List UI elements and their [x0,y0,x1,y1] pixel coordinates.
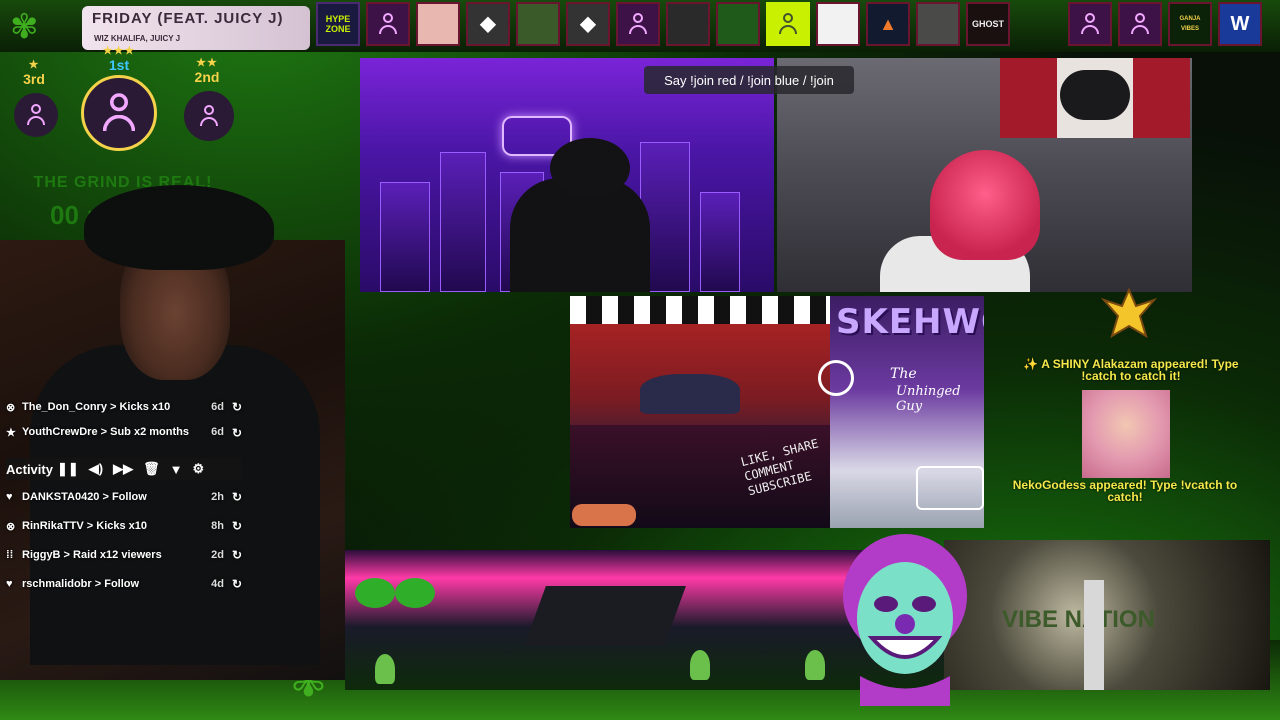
skehwo-logo: SKEHWO [836,302,984,342]
ghost-badge[interactable]: GHOST [966,2,1010,46]
replay-icon[interactable]: ↻ [224,577,242,591]
car-thumbnail [572,504,636,526]
viewer-avatar[interactable]: ◆ [566,2,610,46]
building [380,182,430,292]
viewer-avatar[interactable] [766,2,810,46]
pause-icon[interactable]: ❚❚ [57,461,79,477]
filter-icon[interactable]: ▼ [170,462,183,477]
activity-item: ♥ DANKSTA0420 > Follow 2h ↻ [6,490,242,504]
viewer-avatar[interactable] [184,91,234,141]
viewer-avatar[interactable] [81,75,157,151]
heart-icon: ♥ [6,491,13,503]
person-icon [1081,13,1099,35]
building [700,192,740,292]
comment-bubble-icon [916,466,984,510]
kick-icon: ⊗ [6,401,16,414]
watermelon-icon [395,578,435,608]
clown-mascot [820,526,990,706]
viewer-avatar[interactable] [14,93,58,137]
song-artist: WIZ KHALIFA, JUICY J [94,34,181,43]
viewer-avatar[interactable]: ▲ [866,2,910,46]
person-icon [379,13,397,35]
leaderboard-second: ★★ 2nd [184,56,234,141]
viewer-avatar[interactable] [616,2,660,46]
person-icon [779,13,797,35]
ganja-vibes-badge[interactable]: GANJA VIBES [1168,2,1212,46]
race-car [640,374,740,414]
activity-item: ⁞⁞ RiggyB > Raid x12 viewers 2d ↻ [6,548,242,562]
viewer-avatar[interactable] [716,2,760,46]
checkered-flag [570,296,830,324]
replay-icon[interactable]: ↻ [224,400,242,414]
person-icon [1131,13,1149,35]
activity-item: ⊗ The_Don_Conry > Kicks x10 6d ↻ [6,400,242,414]
skip-icon[interactable]: ▶▶ [113,461,133,477]
star-icon: ★★★ [102,45,136,57]
keyboard [524,586,686,646]
activity-toolbar: Activity ❚❚ ◀) ▶▶ 🗑 ▼ ⚙ [6,458,242,480]
building [440,152,486,292]
alien-icon [690,650,710,680]
song-title: FRIDAY (FEAT. JUICY J) [92,10,284,27]
activity-title: Activity [6,461,53,477]
viewer-avatar[interactable] [416,2,460,46]
person-icon [102,93,136,133]
guest-streamer-hood [550,138,630,198]
viewer-avatar[interactable]: ◆ [466,2,510,46]
volume-icon[interactable]: ◀) [89,461,103,477]
alakazam-sprite [1100,286,1158,344]
star-icon: ★★ [196,57,218,69]
viewer-avatar[interactable] [516,2,560,46]
replay-icon[interactable]: ↻ [224,490,242,504]
join-prompt: Say !join red / !join blue / !join [644,66,854,94]
viewer-avatar[interactable] [666,2,710,46]
person-icon [629,13,647,35]
vibe-nation-panel: VIBE NATION [944,540,1270,690]
cannabis-leaf-icon: ✾ [10,8,39,46]
viewer-avatar[interactable] [916,2,960,46]
viewer-avatar[interactable] [366,2,410,46]
activity-item: ♥ rschmalidobr > Follow 4d ↻ [6,577,242,591]
trash-icon[interactable]: 🗑 [143,461,160,477]
replay-icon[interactable]: ↻ [224,548,242,562]
watermelon-icon [355,578,395,608]
shiny-pokemon-announcement: ✨ A SHINY Alakazam appeared! Type !catch… [1023,357,1239,383]
person-icon [27,104,45,126]
rocket-icon: ▲ [879,14,897,34]
w-badge[interactable]: W [1218,2,1262,46]
hype-zone-badge[interactable]: HYPE ZONE [316,2,360,46]
leaderboard-third: ★ 3rd [14,58,58,137]
kick-icon: ⊗ [6,520,16,533]
person-icon [200,105,218,127]
replay-icon[interactable]: ↻ [224,519,242,533]
replay-icon[interactable]: ↻ [224,426,242,440]
b-logo-icon: ◆ [580,13,596,35]
viewer-avatar[interactable] [1118,2,1162,46]
activity-item: ★ YouthCrewDre > Sub x2 months 6d ↻ [6,426,242,440]
nekogodess-sprite [1082,390,1170,478]
star-icon: ★ [6,427,16,439]
steering-wheel-icon [818,360,854,396]
streamer-hat [84,185,274,270]
raid-icon: ⁞⁞ [6,549,14,561]
activity-item: ⊗ RinRikaTTV > Kicks x10 8h ↻ [6,519,242,533]
gear-icon[interactable]: ⚙ [192,461,204,477]
star-icon: ★ [28,59,40,71]
leaderboard-first: ★★★ 1st [78,44,160,151]
b-logo-icon: ◆ [480,13,496,35]
viewer-avatar[interactable] [1068,2,1112,46]
skyscraper [1084,580,1104,690]
neko-pokemon-announcement: NekoGodess appeared! Type !vcatch to cat… [1012,478,1238,504]
microphone [1060,70,1130,120]
viewer-avatar[interactable] [816,2,860,46]
alien-icon [375,654,395,684]
guest-hair [930,150,1040,260]
heart-icon: ♥ [6,578,13,590]
